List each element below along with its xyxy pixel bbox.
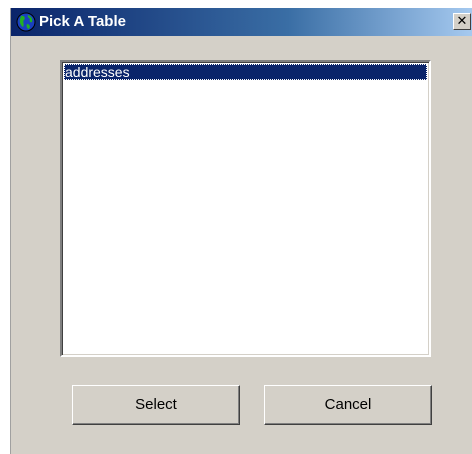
select-button[interactable]: Select — [72, 385, 240, 425]
close-button[interactable]: ✕ — [453, 13, 471, 30]
list-item-addresses[interactable]: addresses — [64, 64, 427, 80]
close-icon: ✕ — [456, 14, 468, 29]
table-listbox[interactable]: addresses — [60, 60, 431, 357]
dialog-title: Pick A Table — [39, 13, 126, 30]
cancel-button[interactable]: Cancel — [264, 385, 432, 425]
pick-table-dialog: Pick A Table ✕ addresses Select Cancel — [10, 8, 472, 454]
globe-icon — [15, 11, 37, 33]
title-bar[interactable]: Pick A Table ✕ — [11, 8, 472, 36]
